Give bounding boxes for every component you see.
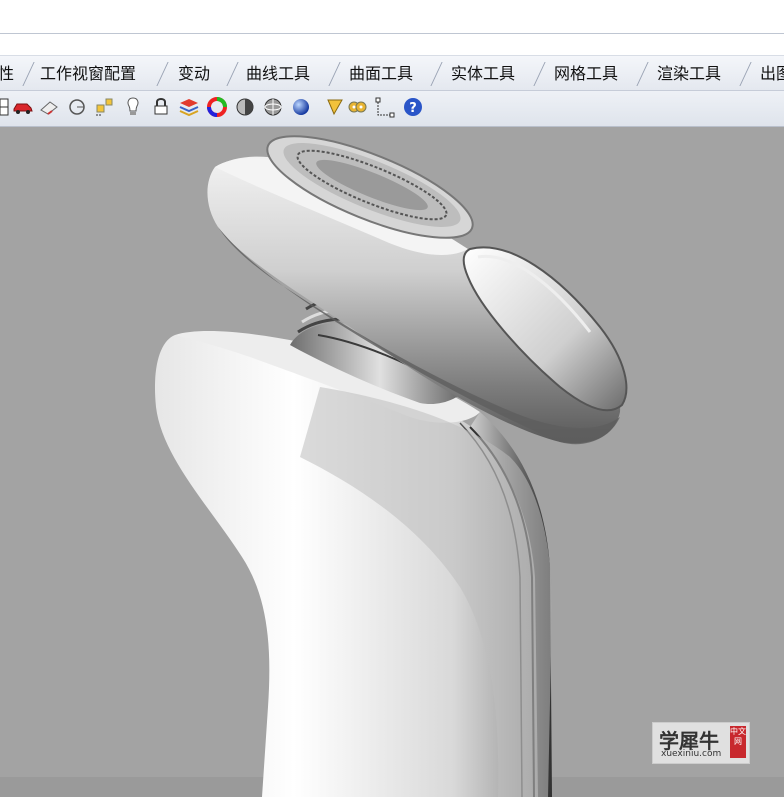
watermark-url: xuexiniu.com xyxy=(661,749,722,759)
tab-surface-tools[interactable]: 曲面工具 xyxy=(349,60,413,88)
command-area[interactable] xyxy=(0,0,784,56)
toolbar-tab-strip: 性 工作视窗配置 变动 曲线工具 曲面工具 实体工具 网格工具 渲染工具 出图 xyxy=(0,56,784,91)
tab-mesh-tools[interactable]: 网格工具 xyxy=(554,60,618,88)
tab-separator xyxy=(430,62,443,86)
lock-icon[interactable] xyxy=(150,95,172,119)
perspective-viewport[interactable] xyxy=(0,127,784,797)
layer-icon[interactable] xyxy=(178,95,200,119)
flag-icon[interactable] xyxy=(324,95,346,119)
dimension-icon[interactable] xyxy=(374,95,396,119)
render-sphere-icon[interactable] xyxy=(262,95,284,119)
tab-render-tools[interactable]: 渲染工具 xyxy=(657,60,721,88)
tab-solid-tools[interactable]: 实体工具 xyxy=(451,60,515,88)
light-bulb-icon[interactable] xyxy=(122,95,144,119)
shaver-3d-model xyxy=(0,135,784,797)
svg-text:?: ? xyxy=(409,101,417,116)
rotate-view-icon[interactable] xyxy=(66,95,88,119)
tab-drafting[interactable]: 出图 xyxy=(760,60,784,88)
tab-viewport-layout[interactable]: 工作视窗配置 xyxy=(40,60,136,88)
tab-separator xyxy=(739,62,752,86)
tab-separator xyxy=(636,62,649,86)
shade-sphere-icon[interactable] xyxy=(234,95,256,119)
watermark-badge: 中文网 xyxy=(730,726,746,758)
settings-gear-icon[interactable] xyxy=(346,95,368,119)
tab-separator xyxy=(226,62,239,86)
watermark-logo: 学犀牛 xuexiniu.com 中文网 xyxy=(652,722,750,764)
select-objects-icon[interactable] xyxy=(94,95,116,119)
tab-separator xyxy=(22,62,35,86)
icon-toolbar: ? xyxy=(0,91,784,127)
command-line-divider xyxy=(0,33,784,34)
color-wheel-icon[interactable] xyxy=(206,95,228,119)
tab-properties[interactable]: 性 xyxy=(0,60,14,88)
car-icon[interactable] xyxy=(12,95,34,119)
tab-separator xyxy=(328,62,341,86)
help-icon[interactable]: ? xyxy=(402,95,424,119)
tab-separator xyxy=(533,62,546,86)
tab-curve-tools[interactable]: 曲线工具 xyxy=(246,60,310,88)
grid-icon[interactable] xyxy=(0,95,12,119)
tab-separator xyxy=(156,62,169,86)
eraser-icon[interactable] xyxy=(38,95,60,119)
tab-transform[interactable]: 变动 xyxy=(178,60,210,88)
blue-sphere-icon[interactable] xyxy=(290,95,312,119)
